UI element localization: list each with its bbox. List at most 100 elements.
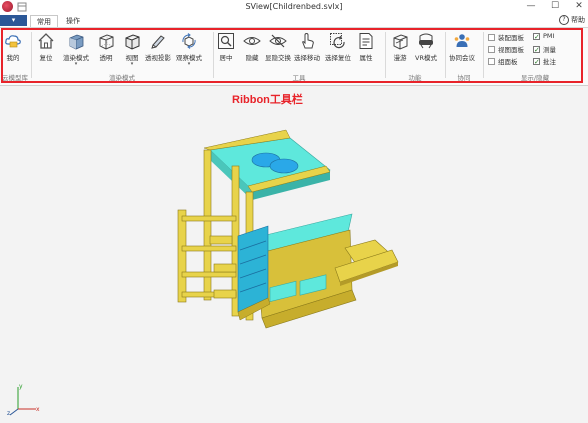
axis-x-label: x bbox=[36, 406, 40, 413]
axis-y-label: y bbox=[19, 383, 23, 390]
properties-button[interactable]: 属性 bbox=[357, 32, 375, 62]
checkbox-box bbox=[488, 45, 495, 53]
annotation-checkbox[interactable]: ✓ 批注 bbox=[533, 56, 556, 66]
reset-label: 复位 bbox=[39, 54, 53, 62]
upper-bed bbox=[203, 129, 331, 200]
group-panel-checkbox[interactable]: 组面板 bbox=[488, 56, 518, 66]
bunk-bed-model[interactable] bbox=[0, 85, 588, 421]
eye-icon bbox=[243, 37, 261, 45]
group-label-function: 功能 bbox=[408, 74, 422, 82]
help-button[interactable]: ? 帮助 bbox=[559, 15, 585, 25]
measure-checkbox[interactable]: ✓ 测量 bbox=[533, 44, 556, 54]
close-button[interactable]: ✕ bbox=[574, 1, 584, 11]
measure-label: 测量 bbox=[543, 46, 556, 54]
swap-visibility-label: 显隐交换 bbox=[265, 54, 291, 62]
tab-row: ▾ 常用 操作 ? 帮助 bbox=[0, 14, 588, 28]
view-cube-icon bbox=[125, 34, 140, 50]
select-move-label: 选择移动 bbox=[294, 54, 320, 62]
group-function: 漫游 VR模式 功能 bbox=[387, 30, 443, 83]
chevron-down-icon: ▾ bbox=[187, 61, 191, 67]
help-label: 帮助 bbox=[571, 16, 585, 24]
perspective-button[interactable]: 透视投影 bbox=[145, 32, 171, 62]
view-panel-label: 视图面板 bbox=[498, 46, 524, 54]
render-mode-button[interactable]: 渲染模式 ▾ bbox=[63, 32, 89, 67]
separator bbox=[445, 32, 446, 78]
checkbox-box bbox=[488, 33, 495, 41]
transparent-button[interactable]: 透明 bbox=[97, 32, 115, 62]
observe-mode-button[interactable]: 观察模式 ▾ bbox=[176, 32, 202, 67]
perspective-label: 透视投影 bbox=[145, 54, 171, 62]
shaded-cube-icon bbox=[69, 34, 84, 50]
group-panel-label: 组面板 bbox=[498, 58, 518, 66]
checkbox-checked: ✓ bbox=[533, 57, 540, 66]
rotate-view-icon bbox=[182, 33, 196, 49]
axis-triad: y x z bbox=[7, 383, 40, 417]
zoom-center-icon bbox=[218, 33, 234, 49]
file-menu-button[interactable]: ▾ bbox=[0, 15, 27, 26]
group-label-collab: 协同 bbox=[457, 74, 471, 82]
checkbox-checked: ✓ bbox=[533, 32, 540, 41]
checkbox-box bbox=[488, 57, 495, 65]
roam-cube-icon bbox=[393, 34, 408, 50]
chevron-down-icon: ▾ bbox=[74, 61, 78, 67]
assembly-panel-label: 装配面板 bbox=[498, 34, 524, 42]
stair-drawers bbox=[237, 225, 271, 321]
perspective-icon bbox=[151, 35, 165, 49]
annotation-label: 批注 bbox=[543, 58, 556, 66]
group-display: 装配面板 视图面板 组面板 ✓ PMI ✓ 测量 ✓ 批注 显示/隐藏 bbox=[485, 30, 585, 83]
checkbox-checked: ✓ bbox=[533, 45, 540, 54]
chevron-down-icon: ▾ bbox=[130, 61, 134, 67]
select-move-button[interactable]: 选择移动 bbox=[294, 32, 320, 62]
separator bbox=[213, 32, 214, 78]
minimize-button[interactable]: — bbox=[526, 1, 536, 11]
tab-operation[interactable]: 操作 bbox=[60, 15, 86, 27]
view-panel-checkbox[interactable]: 视图面板 bbox=[488, 44, 524, 54]
select-reset-label: 选择复位 bbox=[325, 54, 351, 62]
center-button[interactable]: 居中 bbox=[217, 32, 235, 62]
collab-meeting-label: 协同会议 bbox=[449, 54, 475, 62]
my-cloud-button[interactable]: 我的 bbox=[4, 32, 22, 62]
reset-button[interactable]: 复位 bbox=[37, 32, 55, 62]
group-cloud: 我的 云模型库 bbox=[0, 30, 30, 83]
view-button[interactable]: 视图 ▾ bbox=[123, 32, 141, 67]
vr-headset-icon bbox=[418, 33, 433, 49]
reset-selection-icon bbox=[330, 33, 345, 49]
maximize-button[interactable]: ☐ bbox=[550, 1, 560, 11]
collab-meeting-button[interactable]: 协同会议 bbox=[449, 32, 475, 62]
group-label-display: 显示/隐藏 bbox=[520, 74, 550, 82]
assembly-panel-checkbox[interactable]: 装配面板 bbox=[488, 32, 524, 42]
center-label: 居中 bbox=[219, 54, 233, 62]
eye-slash-icon bbox=[269, 34, 287, 48]
properties-label: 属性 bbox=[359, 54, 373, 62]
transparent-label: 透明 bbox=[99, 54, 113, 62]
model-viewport[interactable] bbox=[0, 85, 588, 421]
vr-mode-button[interactable]: VR模式 bbox=[415, 32, 437, 62]
axis-z-label: z bbox=[7, 410, 10, 417]
separator bbox=[385, 32, 386, 78]
my-cloud-label: 我的 bbox=[6, 54, 20, 62]
group-label-render: 渲染模式 bbox=[109, 74, 135, 82]
swap-visibility-button[interactable]: 显隐交换 bbox=[265, 32, 291, 62]
ribbon-toolbar: 我的 云模型库 复位 渲染模式 ▾ 透明 视图 ▾ 透视投影 观察模式 ▾ 渲染… bbox=[0, 27, 588, 86]
pmi-label: PMI bbox=[543, 32, 555, 40]
select-reset-button[interactable]: 选择复位 bbox=[325, 32, 351, 62]
lower-bed bbox=[255, 213, 399, 329]
pmi-checkbox[interactable]: ✓ PMI bbox=[533, 32, 554, 40]
window-controls: — ☐ ✕ bbox=[526, 1, 584, 11]
hide-button[interactable]: 隐藏 bbox=[243, 32, 261, 62]
help-icon: ? bbox=[559, 15, 569, 25]
home-icon bbox=[38, 33, 54, 49]
document-icon bbox=[359, 33, 373, 49]
hide-label: 隐藏 bbox=[245, 54, 259, 62]
group-render: 复位 渲染模式 ▾ 透明 视图 ▾ 透视投影 观察模式 ▾ 渲染模式 bbox=[33, 30, 211, 83]
group-label-cloud: 云模型库 bbox=[2, 74, 28, 82]
hand-pointer-icon bbox=[302, 32, 314, 49]
cloud-folder-icon bbox=[5, 35, 21, 48]
separator bbox=[483, 32, 484, 78]
transparent-cube-icon bbox=[99, 34, 114, 50]
vr-mode-label: VR模式 bbox=[415, 54, 437, 62]
separator bbox=[31, 32, 32, 78]
roam-button[interactable]: 漫游 bbox=[391, 32, 409, 62]
title-bar: SView[Childrenbed.svlx] — ☐ ✕ bbox=[0, 0, 588, 14]
roam-label: 漫游 bbox=[393, 54, 407, 62]
